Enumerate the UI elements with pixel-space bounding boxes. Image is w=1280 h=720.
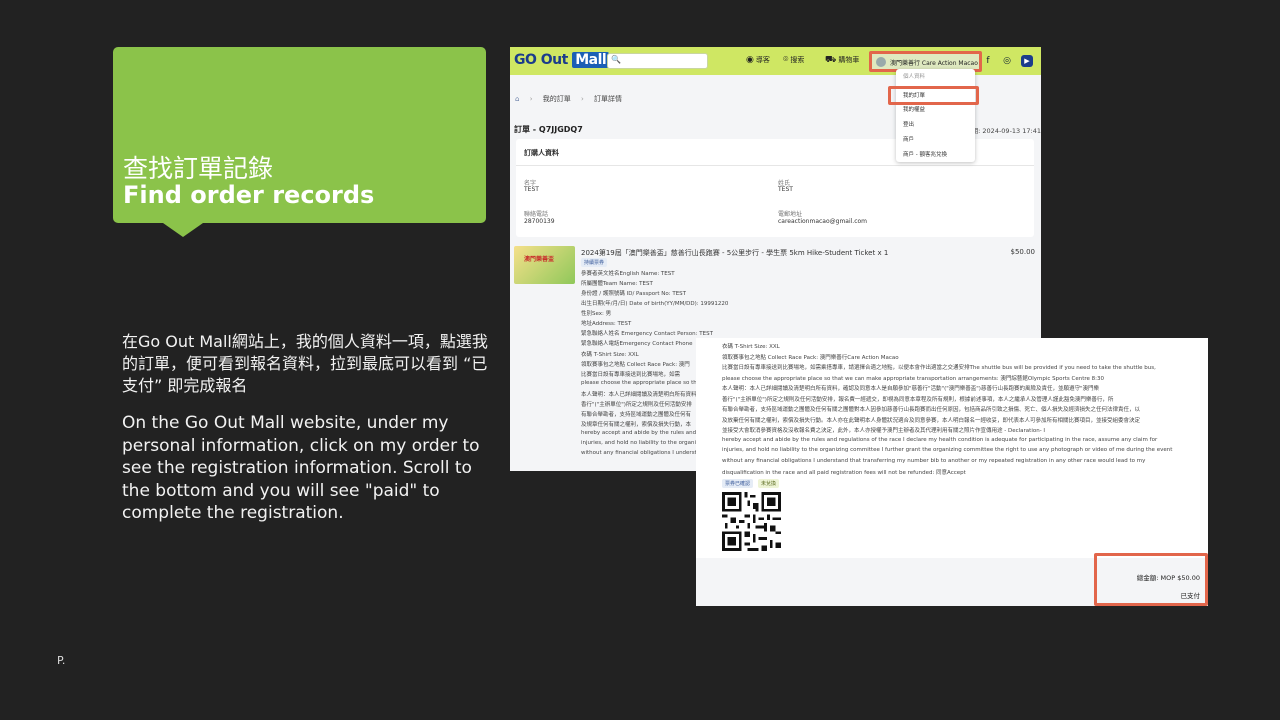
email-value: careactionmacao@gmail.com — [778, 218, 868, 225]
user-dropdown-menu: 個人資料 我的訂單 我的權益 登出 商戶 商戶 - 額客兆兌換 — [896, 69, 975, 162]
breadcrumb-order-detail: 訂單詳情 — [594, 95, 623, 103]
email-label: 電郵地址 — [778, 211, 803, 218]
detail-line: hereby accept and abide by the rules and… — [722, 437, 1158, 443]
order-bottom-screenshot: 衣碼 T-Shirt Size: XXL 領取賽事包之地點 Collect Ra… — [696, 338, 1208, 606]
first-name-value: TEST — [524, 186, 539, 193]
page-number: P. — [57, 654, 66, 667]
order-number: 訂單 - Q7JJGDQ7 — [514, 125, 583, 134]
product-image: 澳門樂善盃 — [514, 246, 575, 284]
product-line: 領取賽事包之地點 Collect Race Pack: 澳門 — [581, 362, 690, 368]
product-line: 香行"("主辦單位")所定之規則及任何活動安排 — [581, 402, 692, 408]
product-line: please choose the appropriate place so t… — [581, 380, 697, 386]
product-line: 性別Sex: 男 — [581, 311, 612, 317]
camera-icon: ◉ — [746, 55, 754, 65]
search-input[interactable]: 🔍 — [607, 53, 708, 69]
detail-line: 並接受大會取消參賽資格及沒收報名費之決定，此外，本人亦授權予澳門主辦者及其代理利… — [722, 428, 1046, 434]
breadcrumb: ⌂ › 我的訂單 › 訂單詳情 — [515, 95, 623, 103]
total-highlight — [1094, 553, 1208, 606]
not-redeemed-badge: 未兌換 — [758, 479, 780, 488]
detail-line: without any financial obligations I unde… — [722, 458, 1146, 464]
product-line: 比賽當日設有專車接送到比賽場地，如需 — [581, 372, 681, 378]
ticket-confirmed-badge: 票券已確認 — [722, 479, 754, 488]
menu-item-benefits[interactable]: 我的權益 — [903, 105, 925, 113]
product-line: 衣碼 T-Shirt Size: XXL — [581, 352, 639, 358]
product-title: 2024第19屆「澳門樂善盃」慈善行山長跑賽 - 5公里步行 - 學生票 5km… — [581, 249, 889, 257]
product-line: without any financial obligations I unde… — [581, 450, 697, 456]
detail-line: 及放棄任何有關之權利，索償及損失行動。本人亦在此聲明本人身體狀況適合及同意參賽，… — [722, 418, 1141, 424]
facebook-icon[interactable]: f — [982, 55, 994, 67]
product-line: 所屬團體Team Name: TEST — [581, 281, 653, 287]
menu-item-profile[interactable]: 個人資料 — [903, 72, 925, 80]
user-name: 澳門樂善行 Care Action Macao — [890, 60, 978, 67]
product-line: hereby accept and abide by the rules and — [581, 430, 697, 436]
title-callout: 查找訂單記錄 Find order records — [113, 47, 486, 237]
divider — [516, 165, 1034, 166]
nav-search[interactable]: ⌾ 搜索 — [783, 55, 804, 65]
detail-line: 有聯合舉勘者，支持區域運動之團體及任何有關之團體對本人因參加慈善行山長跑賽而出任… — [722, 407, 1141, 413]
phone-label: 聯絡電話 — [524, 211, 549, 218]
location-icon: ⌾ — [783, 55, 789, 65]
detail-line: 善行"("主辦單位")所定之規則及任何活動安排，報名費一經遞交，即視為同意本章程… — [722, 397, 1114, 403]
youtube-icon[interactable]: ▶ — [1021, 55, 1033, 67]
cart-icon: ⛟ — [825, 55, 837, 65]
ticket-badge: 持續票券 — [581, 258, 608, 267]
product-line: 緊急聯絡人電話Emergency Contact Phone — [581, 341, 693, 347]
product-line: 身份證 / 護照號碼 ID/ Passport No: TEST — [581, 291, 687, 297]
product-line: 參賽者英文姓名English Name: TEST — [581, 271, 675, 277]
last-name-value: TEST — [778, 186, 793, 193]
product-line: 及規章任何有關之權利，索償及損失行動，本 — [581, 422, 692, 428]
detail-line: please choose the appropriate place so t… — [722, 376, 1105, 382]
buyer-heading: 訂購人資料 — [524, 149, 559, 157]
detail-line: 領取賽事包之地點 Collect Race Pack: 澳門樂善行Care Ac… — [722, 355, 899, 361]
detail-line: 衣碼 T-Shirt Size: XXL — [722, 344, 780, 350]
title-zh: 查找訂單記錄 — [123, 154, 274, 183]
menu-item-logout[interactable]: 登出 — [903, 120, 914, 128]
product-line: 有聯合舉勘者，支持區域運動之團體及任何有 — [581, 412, 692, 418]
qr-code — [722, 492, 781, 551]
menu-item-merchant[interactable]: 商戶 — [903, 135, 914, 143]
menu-item-merchant-redeem[interactable]: 商戶 - 額客兆兌換 — [903, 150, 947, 158]
nav-guide[interactable]: ◉ 導客 — [746, 55, 770, 65]
title-en: Find order records — [123, 181, 375, 209]
product-line: 地址Address: TEST — [581, 321, 632, 327]
detail-line: 比賽當日設有專車接送到比賽場地，如需乘搭專車，請選擇合適之地點，以便本會作出適當… — [722, 365, 1156, 371]
nav-cart[interactable]: ⛟ 購物車 — [825, 55, 859, 66]
instagram-icon[interactable]: ◎ — [1001, 55, 1013, 67]
detail-line: injuries, and hold no liability to the o… — [722, 447, 1173, 453]
breadcrumb-my-orders[interactable]: 我的訂單 — [543, 95, 571, 103]
avatar — [876, 57, 886, 67]
description-zh: 在Go Out Mall網站上，我的個人資料一項，點選我的訂單，便可看到報名資料… — [122, 332, 488, 395]
product-line: injuries, and hold no liability to the o… — [581, 440, 699, 446]
home-icon[interactable]: ⌂ — [515, 95, 519, 103]
product-line: 緊急聯絡人姓名 Emergency Contact Person: TEST — [581, 331, 713, 337]
product-line: 本人聲明：本人已詳細閱讀及清楚明白所有資料 — [581, 392, 697, 398]
my-orders-highlight — [888, 86, 979, 105]
site-logo[interactable]: GO Out Mall — [514, 52, 610, 68]
detail-line: 本人聲明：本人已詳細閱讀及清楚明白所有資料，確認及同意本人是自願參加"慈善行"活… — [722, 386, 1099, 392]
description-en: On the Go Out Mall website, under my per… — [122, 413, 480, 524]
product-price: $50.00 — [1010, 248, 1036, 256]
product-line: 出生日期(年/月/日) Date of birth(YY/MM/DD): 199… — [581, 301, 729, 307]
phone-value: 28700139 — [524, 218, 555, 225]
detail-line: disqualification in the race and all pai… — [722, 470, 966, 476]
search-icon: 🔍 — [611, 55, 621, 64]
